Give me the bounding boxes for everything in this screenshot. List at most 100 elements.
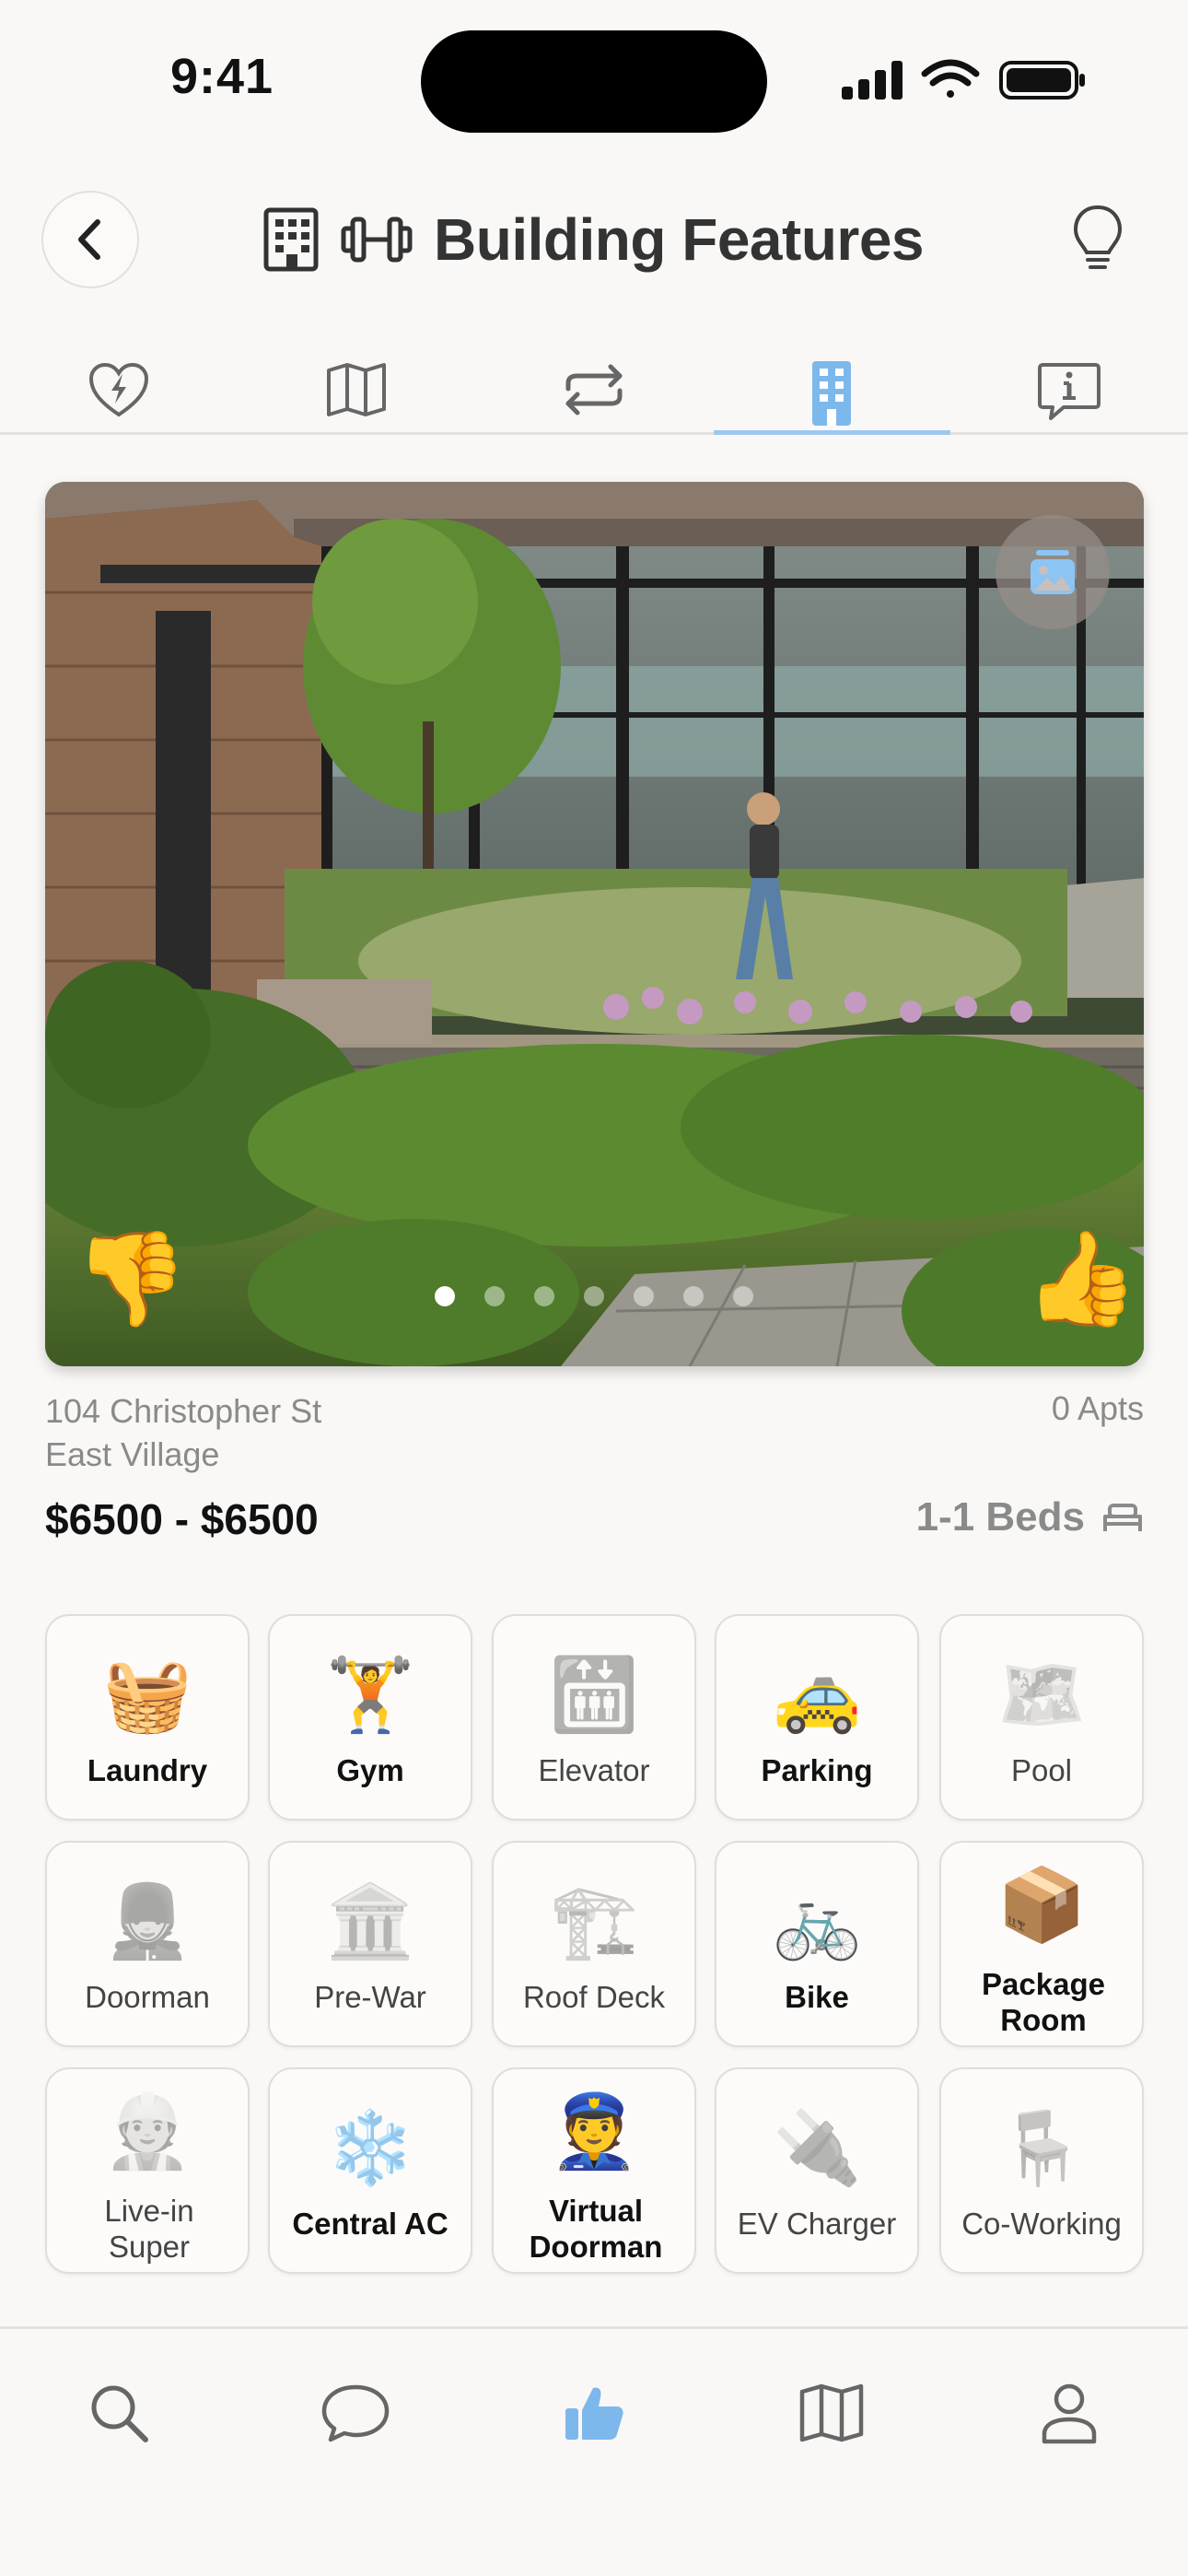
header: Building Features <box>262 198 925 281</box>
chat-bubble-icon <box>321 2384 390 2442</box>
price-range: $6500 - $6500 <box>45 1495 319 1543</box>
feature-gym[interactable]: 🏋️ Gym <box>268 1614 472 1821</box>
feature-live-in-super[interactable]: 👷 Live-in Super <box>45 2067 250 2274</box>
feature-central-ac-icon: ❄️ <box>325 2107 415 2188</box>
dislike-button[interactable]: 👎 <box>74 1233 189 1325</box>
feature-doorman[interactable]: 💂 Doorman <box>45 1841 250 2047</box>
feature-label: Roof Deck <box>522 1980 666 2014</box>
search-icon <box>91 2385 148 2442</box>
gallery-pagination <box>435 1286 753 1306</box>
building-outline-icon <box>263 207 319 272</box>
pagination-dot[interactable] <box>484 1286 505 1306</box>
arrows-swap-icon <box>565 364 623 416</box>
feature-virtual-doorman-icon: 👮 <box>549 2090 639 2172</box>
address: 104 Christopher St East Village <box>45 1389 321 1476</box>
feature-pool[interactable]: 🗺️ Pool <box>939 1614 1144 1821</box>
pagination-dot[interactable] <box>534 1286 554 1306</box>
cellular-signal-icon <box>842 61 903 100</box>
feature-co-working-icon: 🪑 <box>996 2107 1087 2188</box>
page-title: Building Features <box>434 206 925 273</box>
pagination-dot[interactable] <box>683 1286 704 1306</box>
bed-icon <box>1103 1504 1142 1531</box>
beds-range: 1-1 Beds <box>916 1494 1144 1540</box>
feature-laundry-icon: 🧺 <box>102 1654 192 1735</box>
feature-pre-war-icon: 🏛️ <box>325 1880 415 1961</box>
dynamic-island <box>421 30 767 133</box>
nav-profile[interactable] <box>1028 2371 1111 2454</box>
feature-label: Doorman <box>85 1980 210 2014</box>
feature-virtual-doorman[interactable]: 👮 Virtual Doorman <box>492 2067 696 2274</box>
feature-central-ac[interactable]: ❄️ Central AC <box>268 2067 472 2274</box>
tab-info[interactable] <box>950 350 1188 435</box>
feature-elevator[interactable]: 🛗 Elevator <box>492 1614 696 1821</box>
feature-pre-war[interactable]: 🏛️ Pre-War <box>268 1841 472 2047</box>
feature-label: Pool <box>1010 1753 1073 1787</box>
feature-elevator-icon: 🛗 <box>549 1654 639 1735</box>
feature-roof-deck-icon: 🏗️ <box>549 1880 639 1961</box>
lightbulb-icon[interactable] <box>1070 203 1125 276</box>
photo-gallery-icon <box>1031 550 1075 594</box>
feature-bike[interactable]: 🚲 Bike <box>715 1841 919 2047</box>
address-neighborhood: East Village <box>45 1435 220 1473</box>
tab-bar <box>0 350 1188 435</box>
address-street: 104 Christopher St <box>45 1392 322 1430</box>
thumbs-up-icon <box>565 2387 623 2440</box>
apartment-count: 0 Apts <box>1051 1389 1144 1427</box>
tab-building[interactable] <box>713 350 950 435</box>
nav-search[interactable] <box>77 2371 160 2454</box>
feature-bike-icon: 🚲 <box>772 1880 862 1961</box>
gallery-button[interactable] <box>996 515 1110 629</box>
building-icon <box>812 361 851 426</box>
person-icon <box>1042 2383 1097 2444</box>
feature-label: Elevator <box>538 1753 650 1787</box>
wifi-icon <box>921 59 980 98</box>
nav-likes[interactable] <box>553 2371 635 2454</box>
pagination-dot[interactable] <box>435 1286 455 1306</box>
feature-ev-charger-icon: 🔌 <box>772 2107 862 2188</box>
feature-live-in-super-icon: 👷 <box>102 2090 192 2172</box>
back-button[interactable] <box>41 191 139 288</box>
building-photo[interactable] <box>45 482 1144 1366</box>
status-bar: 9:41 <box>0 0 1188 157</box>
map-icon <box>799 2383 864 2442</box>
feature-label: Laundry <box>87 1753 208 1787</box>
feature-laundry[interactable]: 🧺 Laundry <box>45 1614 250 1821</box>
map-icon <box>327 363 386 416</box>
heart-bolt-icon <box>88 362 149 417</box>
feature-roof-deck[interactable]: 🏗️ Roof Deck <box>492 1841 696 2047</box>
feature-label: Parking <box>761 1753 873 1787</box>
feature-gym-icon: 🏋️ <box>325 1654 415 1735</box>
feature-ev-charger[interactable]: 🔌 EV Charger <box>715 2067 919 2274</box>
feature-label: Package Room <box>982 1967 1105 2037</box>
nav-messages[interactable] <box>314 2371 397 2454</box>
feature-parking[interactable]: 🚕 Parking <box>715 1614 919 1821</box>
feature-co-working[interactable]: 🪑 Co-Working <box>939 2067 1144 2274</box>
tab-activity[interactable] <box>0 350 238 435</box>
status-time: 9:41 <box>170 49 274 104</box>
pagination-dot[interactable] <box>733 1286 753 1306</box>
active-tab-indicator <box>714 430 950 435</box>
feature-doorman-icon: 💂 <box>102 1880 192 1961</box>
feature-package-room[interactable]: 📦 Package Room <box>939 1841 1144 2047</box>
feature-label: Gym <box>336 1753 404 1787</box>
like-button[interactable]: 👍 <box>1024 1233 1139 1325</box>
feature-label: Bike <box>785 1980 849 2014</box>
dumbbell-icon <box>341 217 413 263</box>
info-bubble-icon <box>1038 363 1101 420</box>
feature-pool-icon: 🗺️ <box>996 1654 1087 1735</box>
feature-label: Live-in Super <box>104 2194 194 2264</box>
status-icons <box>842 59 1085 100</box>
beds-label: 1-1 Beds <box>915 1494 1085 1540</box>
chevron-left-icon <box>78 219 100 260</box>
feature-label: Pre-War <box>314 1980 426 2014</box>
pagination-dot[interactable] <box>634 1286 654 1306</box>
nav-map[interactable] <box>790 2371 873 2454</box>
feature-label: Central AC <box>292 2207 448 2241</box>
battery-icon <box>999 61 1085 100</box>
pagination-dot[interactable] <box>584 1286 604 1306</box>
feature-package-room-icon: 📦 <box>996 1864 1087 1945</box>
feature-label: Co-Working <box>961 2207 1122 2241</box>
feature-parking-icon: 🚕 <box>772 1654 862 1735</box>
tab-switch[interactable] <box>475 350 713 435</box>
tab-map[interactable] <box>238 350 475 435</box>
